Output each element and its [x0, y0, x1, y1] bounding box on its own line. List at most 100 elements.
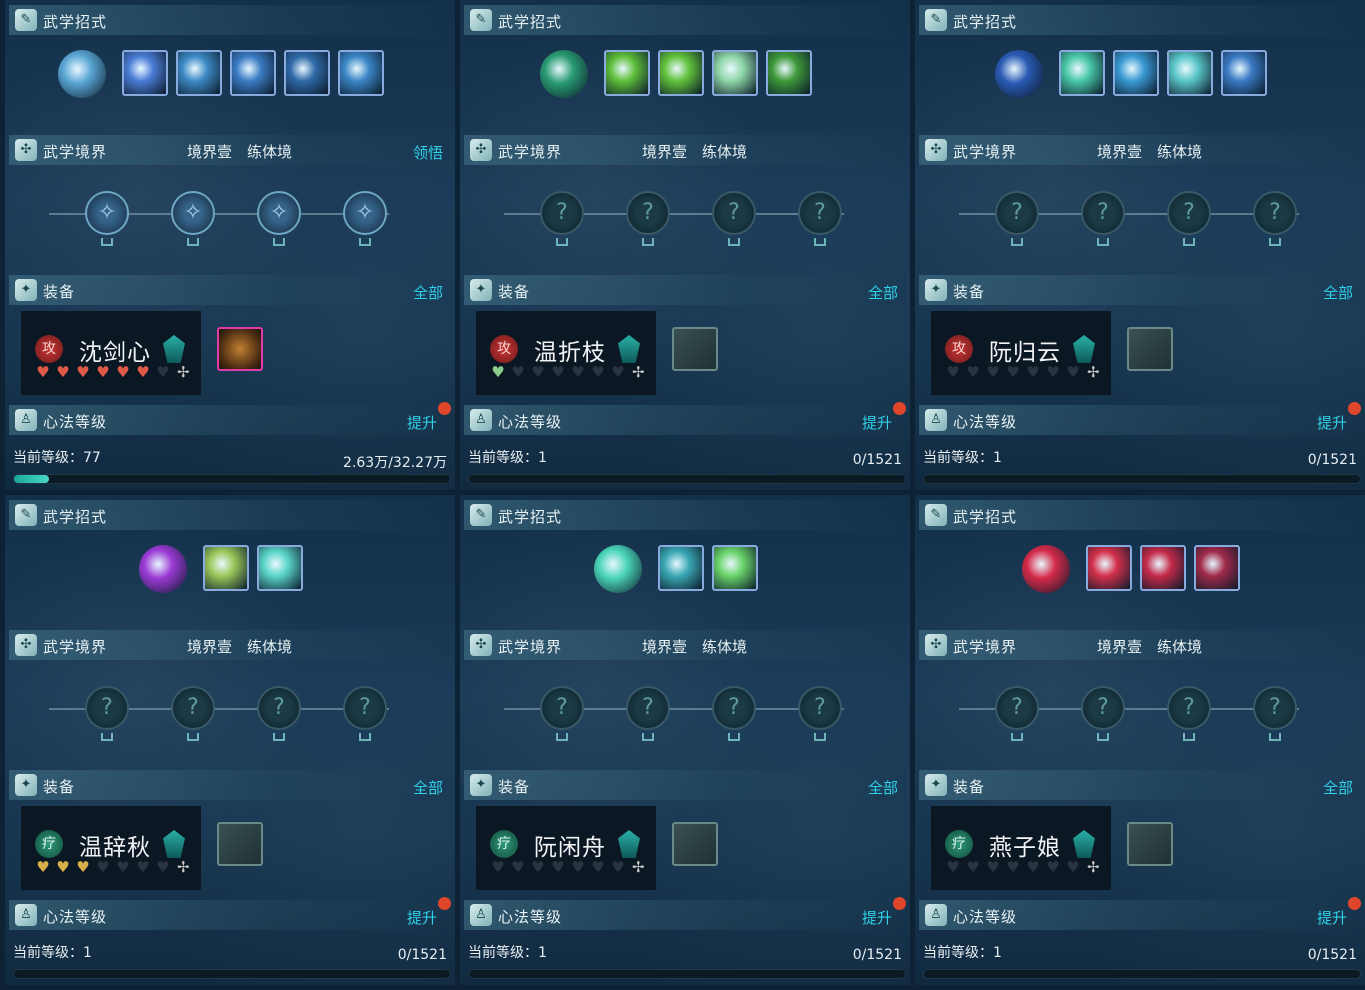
realm-node[interactable]: ?	[1081, 686, 1125, 730]
realm-node[interactable]: ?	[1253, 686, 1297, 730]
realm-node[interactable]: ?	[626, 191, 670, 235]
gear-icon: ✦	[925, 279, 947, 301]
realm-node[interactable]: ?	[85, 686, 129, 730]
affinity-hearts: ♥ ♥ ♥ ♥ ♥ ♥ ♥	[943, 858, 1083, 876]
realm-node[interactable]: ?	[1253, 191, 1297, 235]
skill-icon[interactable]	[338, 50, 384, 96]
realm-node[interactable]: ✧	[343, 191, 387, 235]
realm-icon: ✣	[470, 634, 492, 656]
skill-icon[interactable]	[1022, 545, 1070, 593]
notification-dot	[438, 897, 451, 910]
realm-node[interactable]: ?	[626, 686, 670, 730]
skill-icon[interactable]	[1221, 50, 1267, 96]
skill-icon[interactable]	[995, 50, 1043, 98]
heart-icon: ♥	[1066, 363, 1080, 381]
skill-icon[interactable]	[604, 50, 650, 96]
realm-node[interactable]: ?	[257, 686, 301, 730]
equipment-slot[interactable]	[217, 327, 263, 371]
character-name: 阮闲舟	[534, 835, 606, 861]
skill-icon[interactable]	[230, 50, 276, 96]
skill-icon[interactable]	[658, 50, 704, 96]
realm-node[interactable]: ?	[1081, 191, 1125, 235]
upgrade-button[interactable]: 提升	[1317, 907, 1347, 928]
upgrade-button[interactable]: 提升	[862, 907, 892, 928]
skill-icon[interactable]	[58, 50, 106, 98]
realm-node-tab	[1183, 238, 1195, 246]
upgrade-button[interactable]: 提升	[407, 412, 437, 433]
skill-icon[interactable]	[766, 50, 812, 96]
realm-header: ✣ 武学境界 境界壹 练体境	[464, 630, 906, 660]
realm-node[interactable]: ?	[995, 686, 1039, 730]
current-level: 当前等级：1	[923, 447, 1002, 467]
skill-icon[interactable]	[284, 50, 330, 96]
skill-icon[interactable]	[540, 50, 588, 98]
all-button[interactable]: 全部	[1323, 282, 1353, 303]
xinfa-title: 心法等级	[498, 413, 563, 431]
sword-icon: ✎	[470, 504, 492, 526]
character-card[interactable]: 疗燕子娘 ♥ ♥ ♥ ♥ ♥ ♥ ♥ ✢	[931, 806, 1111, 890]
weapon-icon: ✢	[632, 858, 645, 876]
realm-stage: 练体境	[702, 638, 748, 656]
skill-icon[interactable]	[712, 545, 758, 591]
skill-icon[interactable]	[1086, 545, 1132, 591]
upgrade-button[interactable]: 提升	[862, 412, 892, 433]
character-avatar-icon	[163, 335, 185, 363]
skill-icon[interactable]	[1140, 545, 1186, 591]
skill-icon[interactable]	[1113, 50, 1159, 96]
all-button[interactable]: 全部	[413, 777, 443, 798]
skill-icon[interactable]	[658, 545, 704, 591]
skill-icon[interactable]	[1059, 50, 1105, 96]
realm-node[interactable]: ?	[171, 686, 215, 730]
character-panel: ✎ 武学招式 ✣ 武学境界 境界壹 练体境 领悟 ✧ ✧ ✧ ✧ ✦ 装备 全部攻沈剑心 ♥ ♥ ♥ ♥ ♥ ♥ ♥ ✢ ♙…	[5, 0, 455, 490]
all-button[interactable]: 全部	[413, 282, 443, 303]
heart-icon: ♥	[551, 363, 565, 381]
realm-node[interactable]: ?	[798, 686, 842, 730]
realm-node[interactable]: ✧	[171, 191, 215, 235]
skill-icon[interactable]	[1167, 50, 1213, 96]
realm-node-tab	[814, 238, 826, 246]
realm-node[interactable]: ?	[995, 191, 1039, 235]
character-card[interactable]: 攻阮归云 ♥ ♥ ♥ ♥ ♥ ♥ ♥ ✢	[931, 311, 1111, 395]
realm-node[interactable]: ?	[712, 686, 756, 730]
skill-icon[interactable]	[257, 545, 303, 591]
character-card[interactable]: 疗阮闲舟 ♥ ♥ ♥ ♥ ♥ ♥ ♥ ✢	[476, 806, 656, 890]
skill-icon[interactable]	[139, 545, 187, 593]
equipment-slot[interactable]	[672, 822, 718, 866]
equipment-slot[interactable]	[217, 822, 263, 866]
realm-node[interactable]: ?	[1167, 686, 1211, 730]
skill-icon[interactable]	[203, 545, 249, 591]
xinfa-title: 心法等级	[953, 413, 1018, 431]
characters-grid: ✎ 武学招式 ✣ 武学境界 境界壹 练体境 领悟 ✧ ✧ ✧ ✧ ✦ 装备 全部攻沈剑心 ♥ ♥ ♥ ♥ ♥ ♥ ♥ ✢ ♙…	[0, 0, 1365, 990]
equipment-slot[interactable]	[672, 327, 718, 371]
heart-icon: ♥	[491, 363, 505, 381]
skill-icon[interactable]	[1194, 545, 1240, 591]
comprehend-button[interactable]: 领悟	[413, 142, 443, 163]
character-card[interactable]: 攻沈剑心 ♥ ♥ ♥ ♥ ♥ ♥ ♥ ✢	[21, 311, 201, 395]
equipment-slot[interactable]	[1127, 327, 1173, 371]
realm-node[interactable]: ?	[712, 191, 756, 235]
realm-node[interactable]: ?	[1167, 191, 1211, 235]
character-card[interactable]: 攻温折枝 ♥ ♥ ♥ ♥ ♥ ♥ ♥ ✢	[476, 311, 656, 395]
realm-node[interactable]: ?	[343, 686, 387, 730]
all-button[interactable]: 全部	[868, 777, 898, 798]
realm-node[interactable]: ✧	[85, 191, 129, 235]
realm-node[interactable]: ✧	[257, 191, 301, 235]
gear-title: 装备	[498, 778, 531, 796]
character-card[interactable]: 疗温辞秋 ♥ ♥ ♥ ♥ ♥ ♥ ♥ ✢	[21, 806, 201, 890]
realm-node[interactable]: ?	[798, 191, 842, 235]
upgrade-button[interactable]: 提升	[407, 907, 437, 928]
skill-icon[interactable]	[176, 50, 222, 96]
realm-node[interactable]: ?	[540, 191, 584, 235]
equipment-slot[interactable]	[1127, 822, 1173, 866]
xinfa-icon: ♙	[470, 904, 492, 926]
upgrade-button[interactable]: 提升	[1317, 412, 1347, 433]
level-value: 1	[538, 945, 547, 961]
skill-icon[interactable]	[594, 545, 642, 593]
all-button[interactable]: 全部	[868, 282, 898, 303]
level-prefix: 当前等级：	[468, 450, 538, 466]
skill-icon[interactable]	[122, 50, 168, 96]
realm-node[interactable]: ?	[540, 686, 584, 730]
skill-icon[interactable]	[712, 50, 758, 96]
all-button[interactable]: 全部	[1323, 777, 1353, 798]
skills-row	[5, 541, 455, 597]
